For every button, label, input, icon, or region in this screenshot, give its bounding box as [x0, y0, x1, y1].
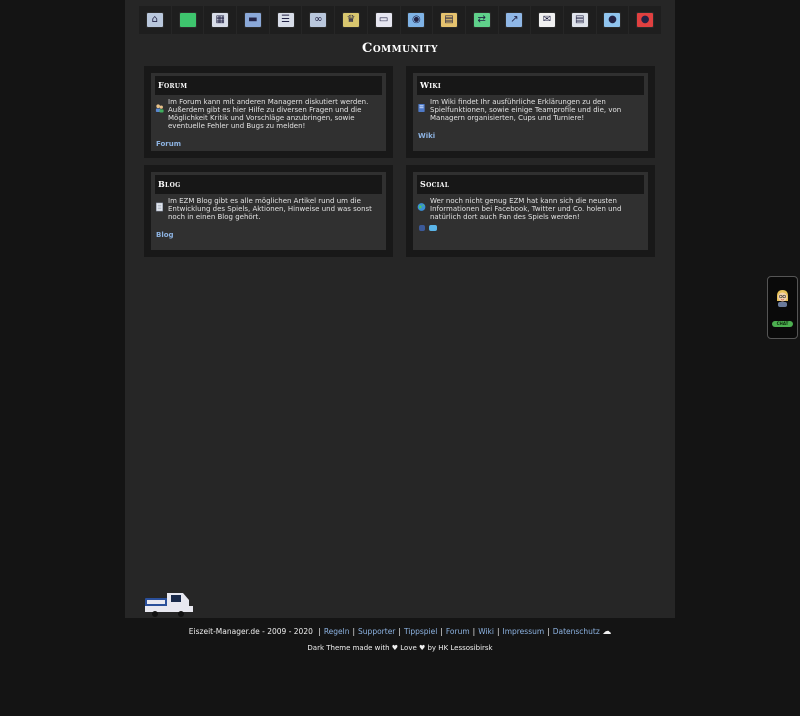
- forum-card-title: Forum: [155, 76, 382, 95]
- social-card: Social Wer noch nicht genug EZM hat kann…: [406, 165, 655, 257]
- mail-icon: ✉: [538, 12, 557, 28]
- forum-card: Forum Im Forum kann mit anderen Managern…: [144, 66, 393, 158]
- nav-item-8[interactable]: ◉: [400, 6, 434, 34]
- zamboni-icon: [145, 593, 193, 617]
- footer-separator: |: [547, 627, 550, 636]
- footer-separator: |: [352, 627, 356, 636]
- transfer-icon: ⇄: [472, 12, 491, 28]
- blog-link[interactable]: Blog: [156, 231, 174, 239]
- finance-icon: ▤: [440, 12, 459, 28]
- social-card-inner: Social Wer noch nicht genug EZM hat kann…: [413, 172, 648, 250]
- nav-item-3[interactable]: ▬: [237, 6, 270, 34]
- stats-icon: ↗: [505, 12, 524, 28]
- blog-card-inner: Blog Im EZM Blog gibt es alle möglichen …: [151, 172, 386, 250]
- nav-item-13[interactable]: ▤: [563, 6, 597, 34]
- footer-separator: |: [318, 627, 321, 636]
- forum-link[interactable]: Forum: [156, 140, 181, 148]
- wiki-card: Wiki Im Wiki findet Ihr ausführliche Erk…: [406, 66, 655, 158]
- arena-icon: ◉: [407, 12, 426, 28]
- page-title: Community: [361, 41, 439, 56]
- chat-phone-widget[interactable]: CHAT: [767, 276, 798, 339]
- avatar-icon: [777, 290, 788, 307]
- rink-icon: ▭: [374, 12, 393, 28]
- nav-item-5[interactable]: ∞: [302, 6, 336, 34]
- nav-item-1[interactable]: [171, 6, 205, 34]
- blog-card-body: Im EZM Blog gibt es alle möglichen Artik…: [155, 197, 380, 221]
- jersey-icon: [178, 12, 197, 28]
- nav-item-4[interactable]: ☰: [269, 6, 303, 34]
- nav-item-0[interactable]: ⌂: [139, 6, 172, 34]
- nav-item-12[interactable]: ✉: [531, 6, 564, 34]
- nav-item-6[interactable]: ♛: [335, 6, 368, 34]
- footer-site-info: Eiszeit-Manager.de - 2009 - 2020: [188, 627, 313, 636]
- vs-icon: ∞: [309, 12, 328, 28]
- footer-separator: |: [398, 627, 401, 636]
- nav-item-15[interactable]: ●: [629, 6, 661, 34]
- training-icon: ▬: [243, 12, 262, 28]
- forum-card-body: Im Forum kann mit anderen Managern disku…: [155, 98, 380, 130]
- nav-item-14[interactable]: ●: [596, 6, 630, 34]
- list-icon: ☰: [276, 12, 295, 28]
- logout-icon: ●: [636, 12, 655, 28]
- footer-link-impressum[interactable]: Impressum: [502, 627, 544, 636]
- main-navigation: ⌂ ▦ ▬ ☰ ∞ ♛ ▭ ◉ ▤ ⇄ ↗ ✉ ▤ ● ●: [139, 6, 661, 34]
- nav-item-9[interactable]: ▤: [433, 6, 466, 34]
- book-icon: [418, 103, 425, 113]
- chat-icon: ●: [603, 12, 622, 28]
- facebook-icon[interactable]: [419, 225, 425, 231]
- document-icon: ▤: [570, 12, 589, 28]
- social-card-body: Wer noch nicht genug EZM hat kann sich d…: [417, 197, 642, 221]
- blog-card: Blog Im EZM Blog gibt es alle möglichen …: [144, 165, 393, 257]
- wiki-link[interactable]: Wiki: [418, 132, 435, 140]
- social-links: [419, 225, 437, 231]
- blog-card-title: Blog: [155, 175, 382, 194]
- trophy-icon: ♛: [341, 12, 360, 28]
- footer-separator: |: [472, 627, 476, 636]
- footer-link-forum[interactable]: Forum: [446, 627, 470, 636]
- home-icon: ⌂: [145, 12, 164, 28]
- wiki-card-body: Im Wiki findet Ihr ausführliche Erklärun…: [417, 98, 642, 122]
- wiki-card-text: Im Wiki findet Ihr ausführliche Erklärun…: [430, 98, 622, 122]
- page-icon: [156, 202, 163, 212]
- footer-link-tippspiel[interactable]: Tippspiel: [404, 627, 437, 636]
- chat-button[interactable]: CHAT: [772, 321, 793, 327]
- footer-credit: Dark Theme made with ♥ Love ♥ by HK Less…: [307, 644, 493, 652]
- wiki-card-title: Wiki: [417, 76, 644, 95]
- cloud-icon: ☁: [602, 627, 612, 637]
- footer-links: Eiszeit-Manager.de - 2009 - 2020 | Regeln…: [0, 627, 800, 637]
- nav-item-10[interactable]: ⇄: [465, 6, 499, 34]
- forum-card-text: Im Forum kann mit anderen Managern disku…: [168, 98, 369, 130]
- nav-item-7[interactable]: ▭: [367, 6, 401, 34]
- globe-icon: [417, 203, 426, 211]
- footer-link-wiki[interactable]: Wiki: [478, 627, 494, 636]
- users-icon: [155, 104, 164, 113]
- blog-card-text: Im EZM Blog gibt es alle möglichen Artik…: [168, 197, 372, 221]
- lineup-icon: ▦: [211, 12, 230, 28]
- social-card-title: Social: [417, 175, 644, 194]
- social-card-text: Wer noch nicht genug EZM hat kann sich d…: [430, 197, 622, 221]
- footer-link-supporter[interactable]: Supporter: [358, 627, 395, 636]
- nav-item-11[interactable]: ↗: [498, 6, 532, 34]
- nav-item-2[interactable]: ▦: [204, 6, 238, 34]
- footer-link-regeln[interactable]: Regeln: [324, 627, 350, 636]
- footer-separator: |: [440, 627, 443, 636]
- twitter-icon[interactable]: [429, 225, 437, 231]
- footer-link-datenschutz[interactable]: Datenschutz: [553, 627, 600, 636]
- wiki-card-inner: Wiki Im Wiki findet Ihr ausführliche Erk…: [413, 73, 648, 151]
- forum-card-inner: Forum Im Forum kann mit anderen Managern…: [151, 73, 386, 151]
